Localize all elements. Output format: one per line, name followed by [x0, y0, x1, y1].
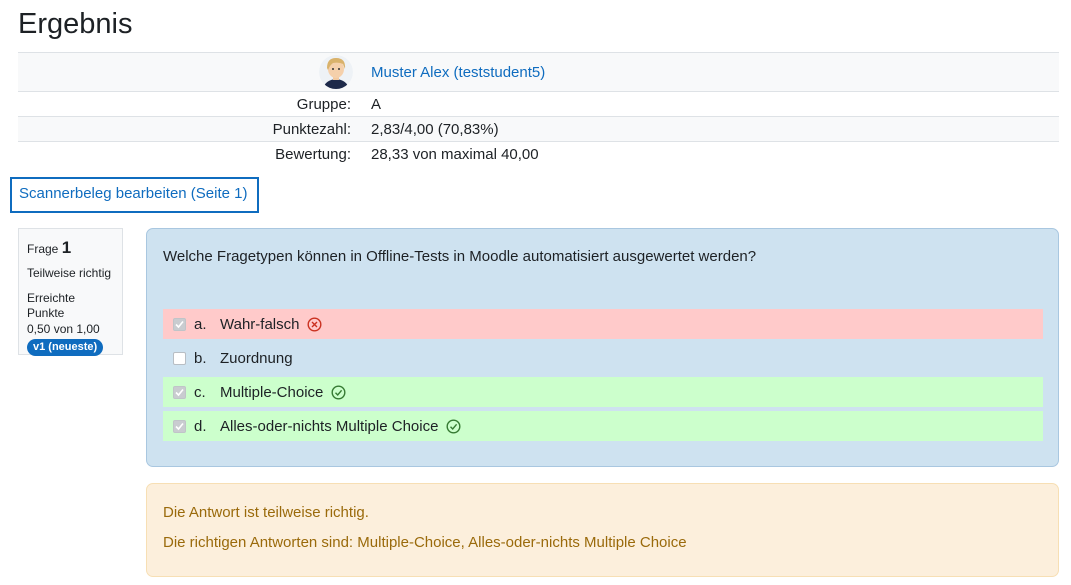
answer-option-d: d. Alles-oder-nichts Multiple Choice	[163, 411, 1043, 441]
summary-row-score: Punktezahl: 2,83/4,00 (70,83%)	[18, 116, 1059, 142]
summary-label: Bewertung:	[18, 141, 361, 167]
question-grade: Erreichte Punkte 0,50 von 1,00	[27, 291, 114, 338]
answer-option-a: a. Wahr-falsch	[163, 309, 1043, 339]
grade-label: Erreichte Punkte	[27, 290, 76, 321]
user-avatar-cell	[18, 52, 361, 92]
grade-value: 0,50 von 1,00	[27, 321, 100, 336]
summary-label: Gruppe:	[18, 91, 361, 117]
quiz-summary-table: Muster Alex (teststudent5) Gruppe: A Pun…	[18, 52, 1059, 167]
answer-letter: c.	[194, 383, 206, 401]
feedback-partial: Die Antwort ist teilweise richtig.	[163, 504, 369, 521]
question-number-line: Frage 1	[27, 237, 114, 259]
answer-option-c: c. Multiple-Choice	[163, 377, 1043, 407]
question-label: Frage	[27, 242, 59, 256]
question-number: 1	[61, 238, 72, 257]
summary-row-grade: Bewertung: 28,33 von maximal 40,00	[18, 141, 1059, 167]
answer-checkbox[interactable]	[173, 419, 186, 433]
summary-value: 2,83/4,00 (70,83%)	[361, 116, 1059, 142]
question-content: Welche Fragetypen können in Offline-Test…	[146, 228, 1059, 467]
answer-label: Alles-oder-nichts Multiple Choice	[220, 417, 439, 435]
answer-checkbox[interactable]	[173, 317, 186, 331]
avatar[interactable]	[319, 55, 353, 89]
user-profile-link[interactable]: Muster Alex (teststudent5)	[371, 64, 545, 81]
check-circle-icon	[446, 418, 461, 434]
answer-checkbox[interactable]	[173, 351, 186, 365]
answer-label: Wahr-falsch	[220, 315, 300, 333]
page-title: Ergebnis	[18, 8, 133, 40]
question-text: Welche Fragetypen können in Offline-Test…	[163, 248, 757, 265]
answer-letter: d.	[194, 417, 207, 435]
answer-checkbox[interactable]	[173, 385, 186, 399]
edit-scan-link[interactable]: Scannerbeleg bearbeiten (Seite 1)	[10, 177, 259, 213]
summary-row-user: Muster Alex (teststudent5)	[18, 52, 1059, 92]
check-circle-icon	[331, 384, 346, 400]
answer-letter: b.	[194, 349, 207, 367]
version-badge: v1 (neueste)	[27, 339, 104, 356]
summary-row-group: Gruppe: A	[18, 91, 1059, 117]
answer-letter: a.	[194, 315, 207, 333]
answer-feedback: Die Antwort ist teilweise richtig. Die r…	[146, 483, 1059, 577]
answer-option-b: b. Zuordnung	[163, 343, 1043, 373]
question-state: Teilweise richtig	[27, 266, 112, 281]
user-name-cell: Muster Alex (teststudent5)	[361, 52, 1059, 92]
summary-value: 28,33 von maximal 40,00	[361, 141, 1059, 167]
answer-label: Zuordnung	[220, 349, 293, 367]
answer-label: Multiple-Choice	[220, 383, 324, 401]
summary-label: Punktezahl:	[18, 116, 361, 142]
feedback-right-answer: Die richtigen Antworten sind: Multiple-C…	[163, 534, 687, 551]
summary-value: A	[361, 91, 1059, 117]
question-info-box: Frage 1 Teilweise richtig Erreichte Punk…	[18, 228, 123, 356]
cross-circle-icon	[307, 316, 322, 332]
